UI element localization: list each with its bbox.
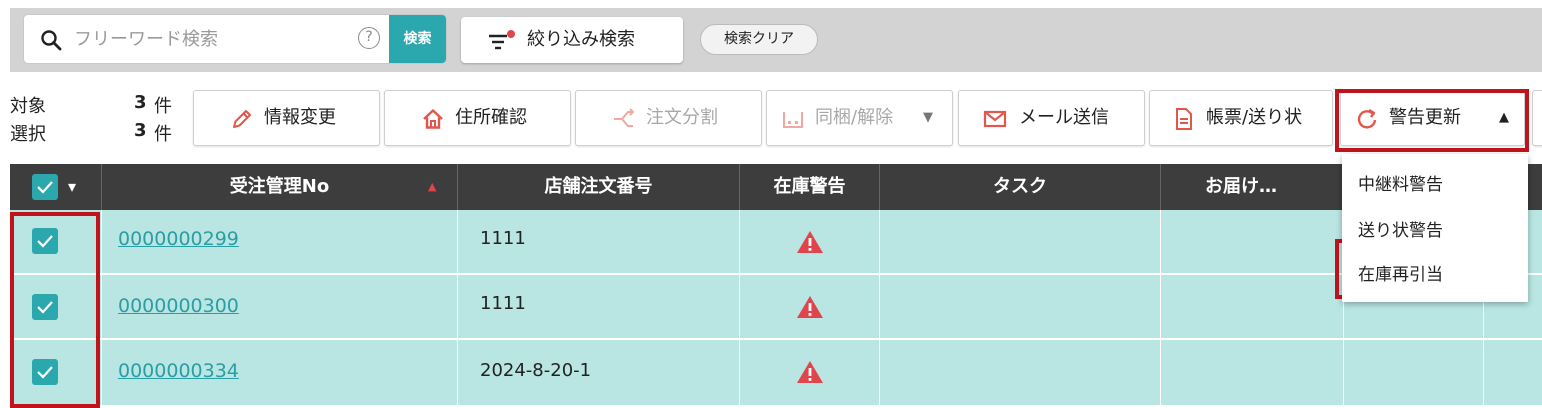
table-header: ▾ 受注管理No ▲ 店舗注文番号 在庫警告 タスク お届け… — [10, 164, 1542, 210]
search-box: ? 検索 — [24, 15, 446, 63]
row-checkbox[interactable] — [32, 228, 58, 254]
house-icon — [423, 109, 443, 129]
edit-info-label: 情報変更 — [264, 107, 336, 128]
table-row[interactable]: 0000000334 2024-8-20-1 — [10, 340, 1542, 406]
menu-item-invoice-warning[interactable]: 送り状警告 — [1358, 216, 1443, 241]
header-shop-order-no[interactable]: 店舗注文番号 — [458, 164, 740, 210]
selected-count-unit: 件 — [154, 124, 172, 145]
target-count: 対象 3 件 — [10, 92, 180, 120]
extra-cell — [1344, 340, 1484, 406]
header-order-no-label: 受注管理No — [229, 176, 330, 197]
bundle-icon — [783, 112, 803, 128]
warning-icon — [797, 361, 823, 383]
header-order-no[interactable]: 受注管理No ▲ — [102, 164, 458, 210]
task-cell — [880, 340, 1161, 406]
menu-item-stock-reallocate[interactable]: 在庫再引当 — [1358, 260, 1443, 285]
bundle-release-label: 同梱/解除 — [815, 107, 894, 128]
search-icon — [41, 30, 62, 51]
shop-order-no: 1111 — [480, 228, 526, 249]
order-no-cell: 0000000334 — [102, 340, 458, 406]
order-no-link[interactable]: 0000000334 — [118, 360, 239, 382]
shop-order-no-cell: 1111 — [458, 210, 740, 274]
filter-search-button[interactable]: 絞り込み検索 — [461, 17, 683, 63]
row-select-cell — [10, 275, 102, 339]
select-all-checkbox[interactable] — [32, 174, 58, 200]
refresh-icon — [1357, 108, 1377, 129]
header-delivery[interactable]: お届け… — [1161, 164, 1344, 210]
warning-icon — [797, 296, 823, 318]
selected-count: 選択 3 件 — [10, 120, 180, 148]
address-check-label: 住所確認 — [455, 107, 527, 128]
delivery-cell — [1161, 340, 1344, 406]
table-row[interactable]: 0000000299 1111 — [10, 210, 1542, 274]
order-no-cell: 0000000300 — [102, 275, 458, 339]
address-check-button[interactable]: 住所確認 — [384, 90, 571, 146]
header-stock-warning[interactable]: 在庫警告 — [740, 164, 880, 210]
split-arrow-icon — [614, 108, 635, 127]
filter-icon — [489, 30, 515, 50]
menu-item-relay-fee-warning[interactable]: 中継料警告 — [1358, 170, 1443, 195]
order-no-link[interactable]: 0000000299 — [118, 228, 239, 250]
search-bar: ? 検索 絞り込み検索 検索クリア — [10, 8, 1542, 72]
target-count-label: 対象 — [10, 96, 46, 117]
document-icon — [1176, 108, 1192, 130]
split-order-button[interactable]: 注文分割 — [575, 90, 762, 146]
chevron-up-icon: ▲ — [1499, 110, 1509, 125]
chevron-down-icon: ▼ — [923, 110, 933, 125]
selected-count-value: 3 — [134, 120, 147, 141]
warning-update-menu: 中継料警告 送り状警告 在庫再引当 — [1342, 154, 1528, 302]
send-mail-label: メール送信 — [1019, 107, 1109, 128]
selected-count-label: 選択 — [10, 124, 46, 145]
shop-order-no: 2024-8-20-1 — [480, 360, 592, 381]
bundle-release-button[interactable]: 同梱/解除 ▼ — [766, 90, 953, 146]
delivery-cell — [1161, 275, 1344, 339]
row-checkbox[interactable] — [32, 294, 58, 320]
record-counts: 対象 3 件 選択 3 件 — [10, 92, 180, 148]
header-delivery-label: お届け… — [1205, 176, 1277, 197]
stock-warning-cell — [740, 340, 880, 406]
target-count-value: 3 — [134, 92, 147, 113]
stock-warning-cell — [740, 210, 880, 274]
shop-order-no: 1111 — [480, 293, 526, 314]
shop-order-no-cell: 2024-8-20-1 — [458, 340, 740, 406]
target-count-unit: 件 — [154, 96, 172, 117]
order-no-cell: 0000000299 — [102, 210, 458, 274]
delivery-cell — [1161, 210, 1344, 274]
split-order-label: 注文分割 — [646, 107, 718, 128]
filter-search-label: 絞り込み検索 — [527, 29, 635, 50]
forms-invoice-label: 帳票/送り状 — [1206, 107, 1303, 128]
select-menu-caret-icon[interactable]: ▾ — [68, 164, 76, 210]
search-clear-button[interactable]: 検索クリア — [700, 24, 818, 55]
order-no-link[interactable]: 0000000300 — [118, 295, 239, 317]
update-warning-button[interactable]: 警告更新 ▲ — [1340, 90, 1525, 146]
select-all-header[interactable]: ▾ — [10, 164, 102, 210]
shop-order-no-cell: 1111 — [458, 275, 740, 339]
update-warning-label: 警告更新 — [1389, 107, 1461, 128]
table-row[interactable]: 0000000300 1111 — [10, 275, 1542, 339]
stock-warning-cell — [740, 275, 880, 339]
pencil-icon — [233, 110, 251, 128]
send-mail-button[interactable]: メール送信 — [958, 90, 1145, 146]
header-task[interactable]: タスク — [880, 164, 1161, 210]
forms-invoice-button[interactable]: 帳票/送り状 — [1149, 90, 1333, 146]
search-input[interactable] — [74, 15, 354, 63]
more-toolbar-button[interactable] — [1532, 90, 1542, 146]
mail-icon — [983, 110, 1007, 128]
task-cell — [880, 275, 1161, 339]
row-select-cell — [10, 340, 102, 406]
row-select-cell — [10, 210, 102, 274]
row-checkbox[interactable] — [32, 359, 58, 385]
sort-asc-icon: ▲ — [428, 180, 437, 193]
task-cell — [880, 210, 1161, 274]
search-button[interactable]: 検索 — [389, 15, 446, 63]
edit-info-button[interactable]: 情報変更 — [193, 90, 380, 146]
warning-icon — [797, 231, 823, 253]
help-icon[interactable]: ? — [358, 27, 380, 49]
order-list-page: ? 検索 絞り込み検索 検索クリア 対象 3 件 選択 3 件 — [0, 0, 1542, 408]
